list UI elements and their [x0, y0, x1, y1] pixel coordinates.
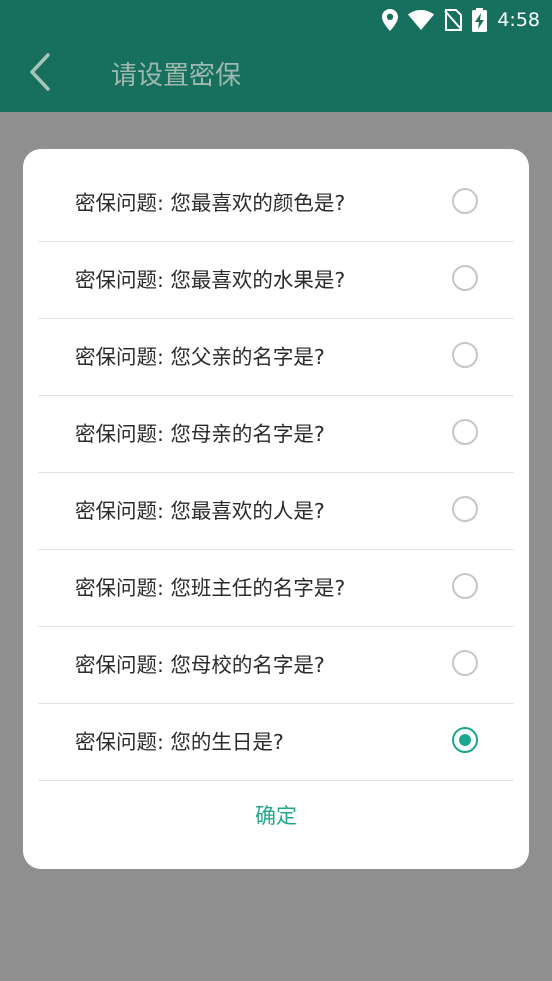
- radio-button[interactable]: [452, 496, 478, 522]
- radio-button[interactable]: [452, 188, 478, 214]
- question-list: 密保问题: 您最喜欢的颜色是? 密保问题: 您最喜欢的水果是? 密保问题: 您父…: [23, 165, 529, 781]
- wifi-icon: [408, 10, 435, 30]
- battery-charging-icon: [472, 8, 488, 32]
- question-label: 密保问题: 您班主任的名字是?: [75, 576, 346, 600]
- radio-button[interactable]: [452, 342, 478, 368]
- radio-button[interactable]: [452, 265, 478, 291]
- radio-button[interactable]: [452, 650, 478, 676]
- question-label: 密保问题: 您最喜欢的颜色是?: [75, 191, 346, 215]
- question-option-1[interactable]: 密保问题: 您最喜欢的颜色是?: [38, 165, 514, 242]
- status-time: 4:58: [497, 9, 540, 31]
- no-sim-icon: [444, 9, 463, 31]
- back-button[interactable]: [20, 53, 60, 95]
- status-bar: 4:58: [0, 0, 552, 40]
- question-label: 密保问题: 您父亲的名字是?: [75, 345, 325, 369]
- app-bar: 4:58 请设置密保: [0, 0, 552, 112]
- question-label: 密保问题: 您母校的名字是?: [75, 653, 325, 677]
- question-option-7[interactable]: 密保问题: 您母校的名字是?: [38, 627, 514, 704]
- radio-button-selected[interactable]: [452, 727, 478, 753]
- chevron-left-icon: [29, 53, 51, 95]
- question-label: 密保问题: 您最喜欢的人是?: [75, 499, 325, 523]
- question-option-2[interactable]: 密保问题: 您最喜欢的水果是?: [38, 242, 514, 319]
- question-label: 密保问题: 您最喜欢的水果是?: [75, 268, 346, 292]
- question-label: 密保问题: 您母亲的名字是?: [75, 422, 325, 446]
- question-option-8[interactable]: 密保问题: 您的生日是?: [38, 704, 514, 781]
- question-option-5[interactable]: 密保问题: 您最喜欢的人是?: [38, 473, 514, 550]
- page-title: 请设置密保: [111, 61, 242, 91]
- radio-button[interactable]: [452, 573, 478, 599]
- question-option-4[interactable]: 密保问题: 您母亲的名字是?: [38, 396, 514, 473]
- question-option-3[interactable]: 密保问题: 您父亲的名字是?: [38, 319, 514, 396]
- radio-button[interactable]: [452, 419, 478, 445]
- question-option-6[interactable]: 密保问题: 您班主任的名字是?: [38, 550, 514, 627]
- confirm-button[interactable]: 确定: [23, 778, 529, 854]
- status-icons: 4:58: [382, 6, 540, 34]
- location-icon: [382, 9, 399, 31]
- question-label: 密保问题: 您的生日是?: [75, 730, 284, 754]
- security-question-dialog: 密保问题: 您最喜欢的颜色是? 密保问题: 您最喜欢的水果是? 密保问题: 您父…: [23, 149, 529, 869]
